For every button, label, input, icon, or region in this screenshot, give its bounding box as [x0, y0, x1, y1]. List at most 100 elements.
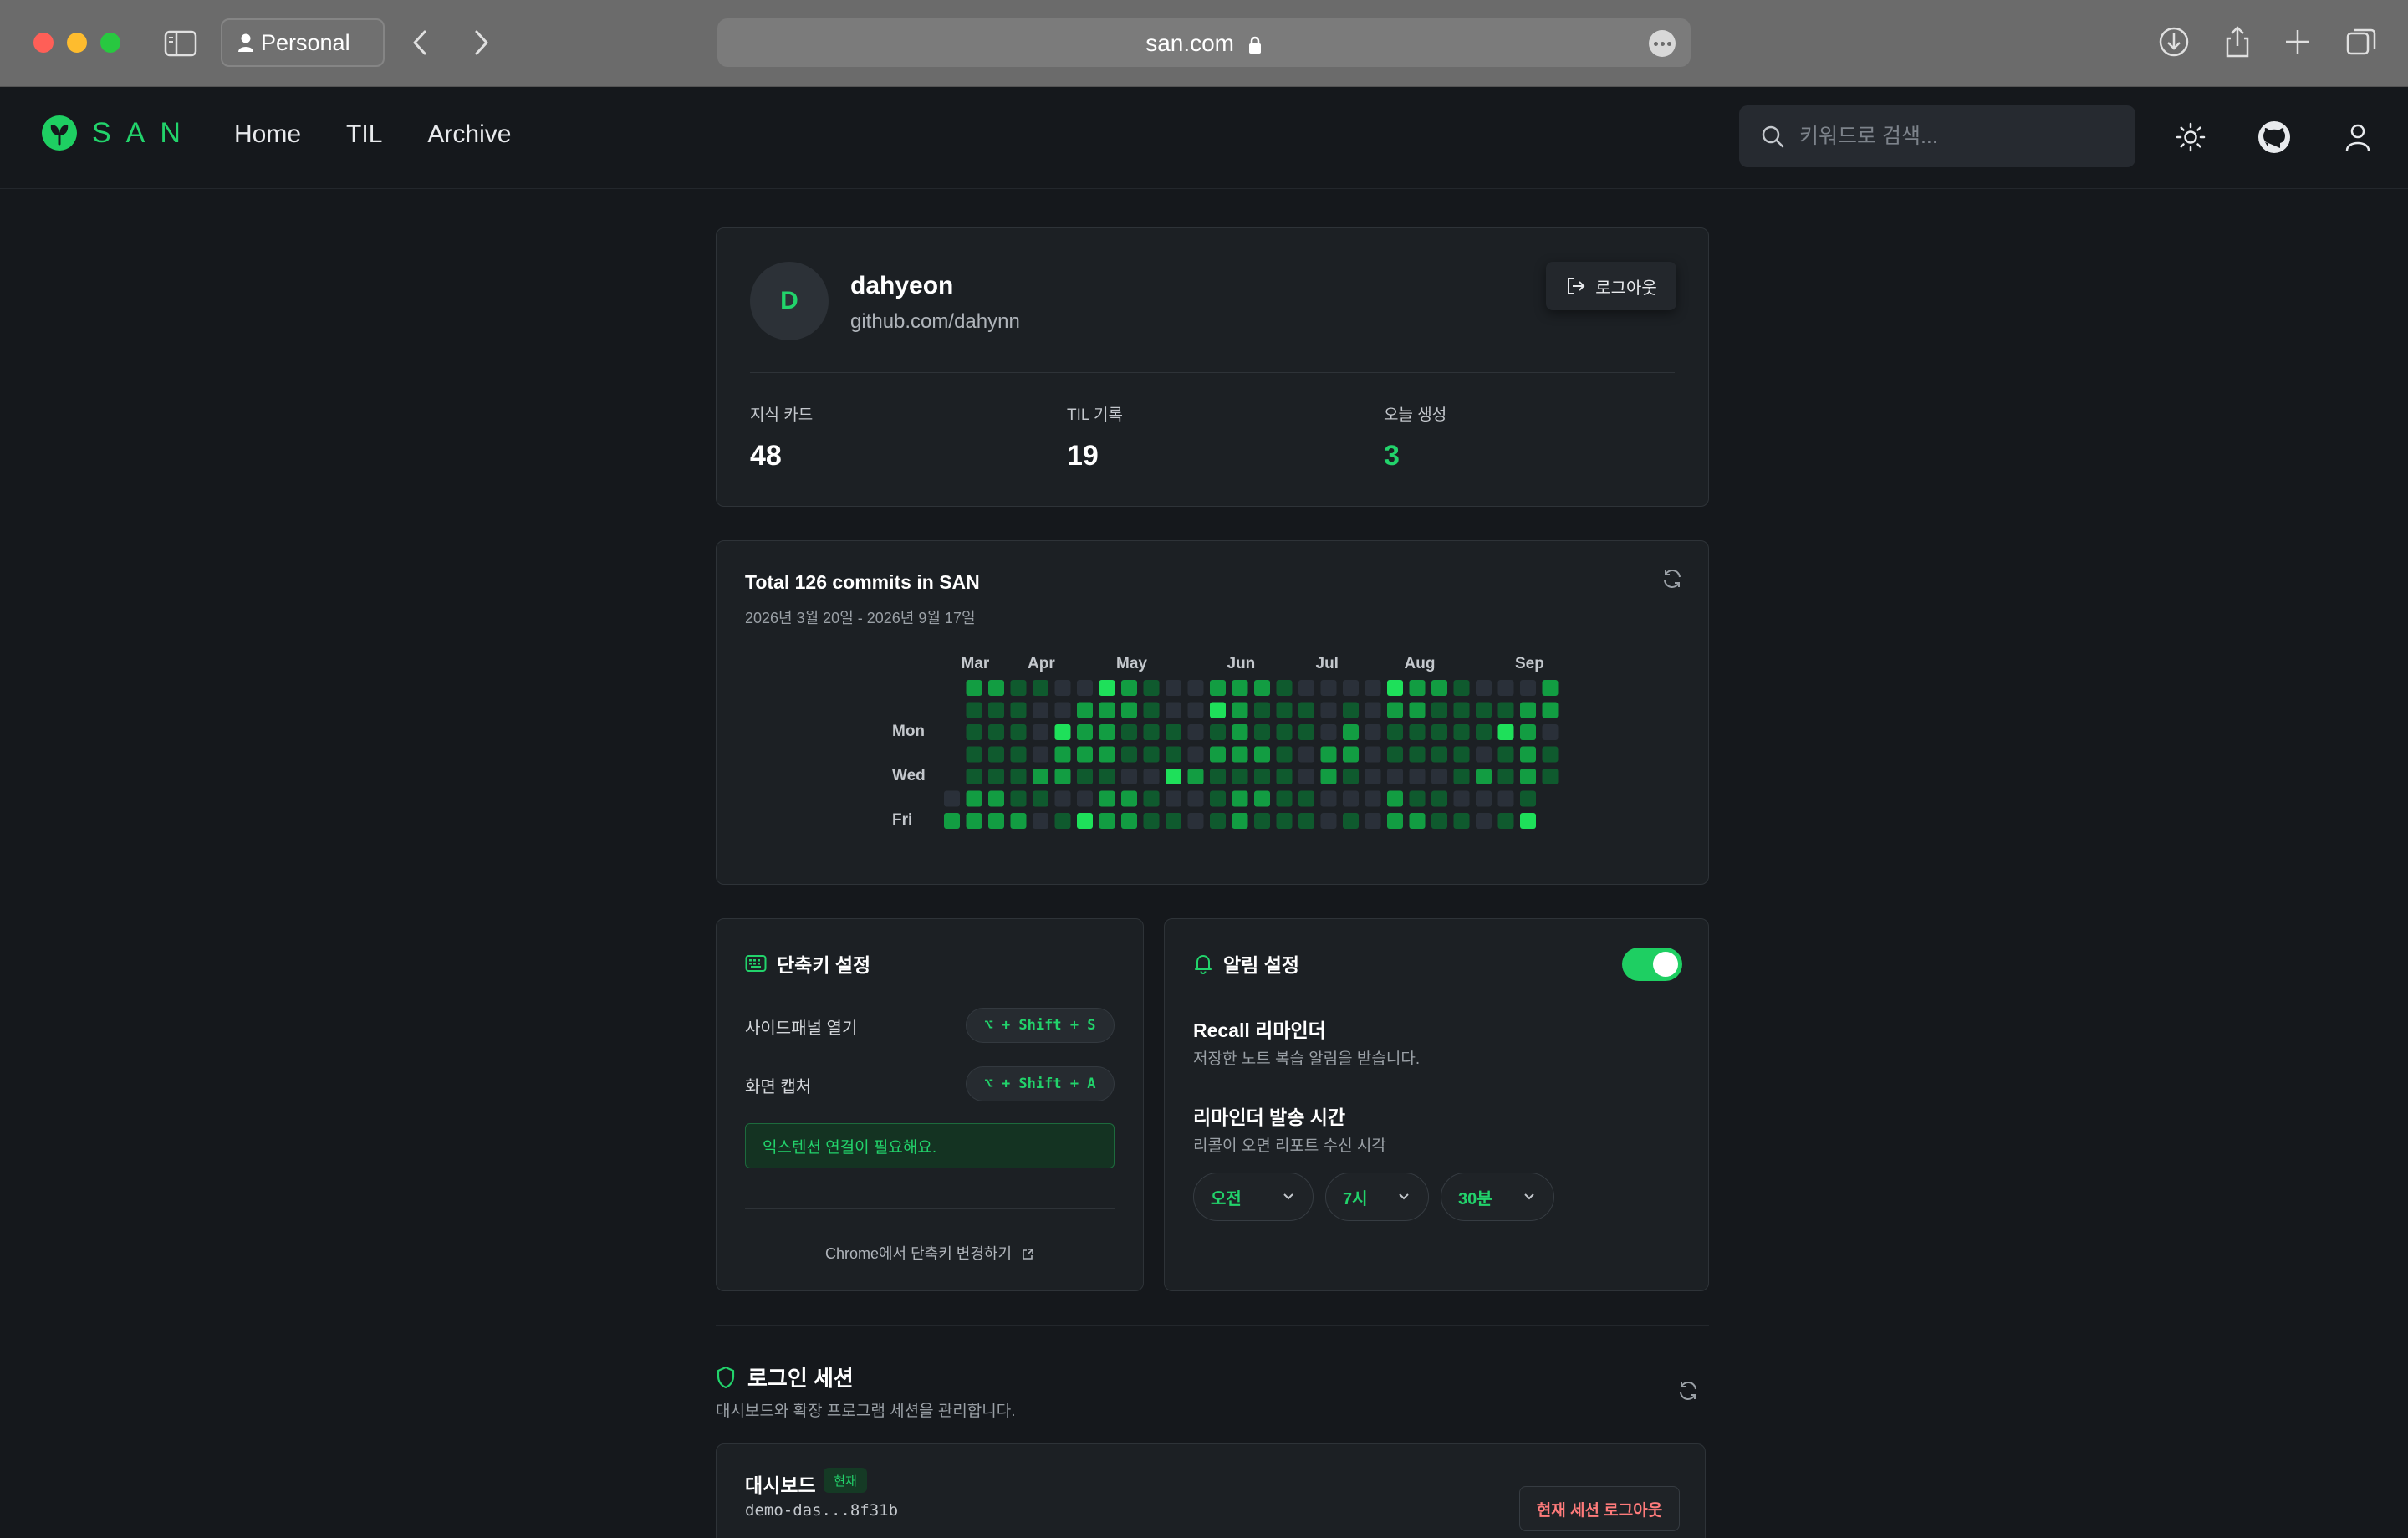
- heatmap-cell[interactable]: [1431, 790, 1447, 807]
- heatmap-cell[interactable]: [1187, 813, 1204, 829]
- heatmap-cell[interactable]: [966, 746, 982, 763]
- heatmap-cell[interactable]: [1166, 702, 1181, 718]
- heatmap-cell[interactable]: [1143, 724, 1160, 740]
- heatmap-cell[interactable]: [1054, 702, 1071, 718]
- heatmap-cell[interactable]: [1343, 813, 1359, 829]
- user-icon[interactable]: [2341, 120, 2375, 154]
- heatmap-cell[interactable]: [1210, 680, 1226, 696]
- heatmap-cell[interactable]: [1010, 813, 1027, 829]
- heatmap-cell[interactable]: [1143, 746, 1160, 763]
- heatmap-cell[interactable]: [1431, 746, 1447, 763]
- heatmap-cell[interactable]: [1387, 680, 1403, 696]
- heatmap-cell[interactable]: [1187, 680, 1204, 696]
- heatmap-cell[interactable]: [1166, 680, 1181, 696]
- heatmap-cell[interactable]: [1033, 702, 1048, 718]
- tab-overview-icon[interactable]: [2344, 25, 2378, 59]
- heatmap-cell[interactable]: [1077, 769, 1093, 784]
- heatmap-cell[interactable]: [1497, 769, 1514, 784]
- heatmap-cell[interactable]: [1121, 769, 1137, 784]
- heatmap-cell[interactable]: [1320, 790, 1337, 807]
- heatmap-cell[interactable]: [1453, 813, 1470, 829]
- heatmap-cell[interactable]: [1387, 702, 1403, 718]
- heatmap-cell[interactable]: [1033, 746, 1048, 763]
- heatmap-cell[interactable]: [1431, 724, 1447, 740]
- heatmap-cell[interactable]: [1210, 813, 1226, 829]
- heatmap-cell[interactable]: [1143, 790, 1160, 807]
- heatmap-cell[interactable]: [1232, 813, 1248, 829]
- heatmap-cell[interactable]: [1143, 702, 1160, 718]
- heatmap-cell[interactable]: [944, 790, 960, 807]
- share-icon[interactable]: [2221, 25, 2254, 59]
- heatmap-cell[interactable]: [1497, 790, 1514, 807]
- heatmap-cell[interactable]: [1033, 724, 1048, 740]
- heatmap-cell[interactable]: [1054, 769, 1071, 784]
- heatmap-cell[interactable]: [1210, 790, 1226, 807]
- heatmap-cell[interactable]: [1387, 724, 1403, 740]
- heatmap-cell[interactable]: [1453, 724, 1470, 740]
- heatmap-cell[interactable]: [1387, 790, 1403, 807]
- github-icon[interactable]: [2258, 120, 2291, 154]
- heatmap-cell[interactable]: [1054, 680, 1071, 696]
- heatmap-cell[interactable]: [1187, 790, 1204, 807]
- logout-current-session-button[interactable]: 현재 세션 로그아웃: [1519, 1486, 1680, 1531]
- theme-toggle-icon[interactable]: [2174, 120, 2207, 154]
- back-icon[interactable]: [408, 27, 433, 59]
- heatmap-cell[interactable]: [1254, 680, 1270, 696]
- heatmap-cell[interactable]: [1121, 724, 1137, 740]
- heatmap-cell[interactable]: [1010, 790, 1027, 807]
- heatmap-cell[interactable]: [1254, 746, 1270, 763]
- heatmap-cell[interactable]: [1010, 769, 1027, 784]
- heatmap-cell[interactable]: [1210, 702, 1226, 718]
- sidebar-toggle-icon[interactable]: [164, 30, 197, 57]
- heatmap-cell[interactable]: [1365, 790, 1381, 807]
- heatmap-cell[interactable]: [1520, 702, 1536, 718]
- heatmap-cell[interactable]: [1210, 769, 1226, 784]
- heatmap-cell[interactable]: [1476, 746, 1492, 763]
- heatmap-cell[interactable]: [1520, 680, 1536, 696]
- downloads-icon[interactable]: [2157, 25, 2191, 59]
- heatmap-cell[interactable]: [1365, 813, 1381, 829]
- heatmap-cell[interactable]: [1409, 813, 1426, 829]
- heatmap-cell[interactable]: [1542, 680, 1559, 696]
- heatmap-cell[interactable]: [1099, 746, 1115, 763]
- heatmap-cell[interactable]: [1121, 813, 1137, 829]
- heatmap-cell[interactable]: [988, 790, 1004, 807]
- heatmap-cell[interactable]: [966, 790, 982, 807]
- heatmap-cell[interactable]: [1232, 769, 1248, 784]
- heatmap-cell[interactable]: [1099, 680, 1115, 696]
- heatmap-cell[interactable]: [1276, 724, 1293, 740]
- heatmap-cell[interactable]: [1497, 680, 1514, 696]
- heatmap-cell[interactable]: [1343, 702, 1359, 718]
- zoom-window-button[interactable]: [100, 33, 120, 53]
- heatmap-cell[interactable]: [1077, 790, 1093, 807]
- heatmap-cell[interactable]: [1276, 702, 1293, 718]
- heatmap-cell[interactable]: [1542, 746, 1559, 763]
- heatmap-cell[interactable]: [1276, 813, 1293, 829]
- heatmap-cell[interactable]: [1099, 769, 1115, 784]
- heatmap-cell[interactable]: [1520, 813, 1536, 829]
- heatmap-cell[interactable]: [1542, 769, 1559, 784]
- heatmap-cell[interactable]: [1033, 769, 1048, 784]
- heatmap-cell[interactable]: [1409, 746, 1426, 763]
- heatmap-cell[interactable]: [1387, 769, 1403, 784]
- close-window-button[interactable]: [33, 33, 54, 53]
- heatmap-cell[interactable]: [1210, 746, 1226, 763]
- heatmap-cell[interactable]: [1033, 813, 1048, 829]
- heatmap-cell[interactable]: [1476, 680, 1492, 696]
- heatmap-cell[interactable]: [988, 813, 1004, 829]
- heatmap-cell[interactable]: [1409, 724, 1426, 740]
- heatmap-cell[interactable]: [1232, 702, 1248, 718]
- heatmap-cell[interactable]: [1497, 724, 1514, 740]
- heatmap-cell[interactable]: [1054, 813, 1071, 829]
- heatmap-cell[interactable]: [1365, 702, 1381, 718]
- heatmap-cell[interactable]: [988, 702, 1004, 718]
- heatmap-cell[interactable]: [1254, 724, 1270, 740]
- heatmap-cell[interactable]: [1476, 813, 1492, 829]
- minute-select[interactable]: 30분: [1441, 1173, 1554, 1221]
- address-bar[interactable]: san.com: [717, 18, 1691, 67]
- heatmap-cell[interactable]: [1276, 769, 1293, 784]
- heatmap-cell[interactable]: [1320, 724, 1337, 740]
- heatmap-cell[interactable]: [1187, 769, 1204, 784]
- heatmap-cell[interactable]: [1497, 702, 1514, 718]
- heatmap-cell[interactable]: [1431, 702, 1447, 718]
